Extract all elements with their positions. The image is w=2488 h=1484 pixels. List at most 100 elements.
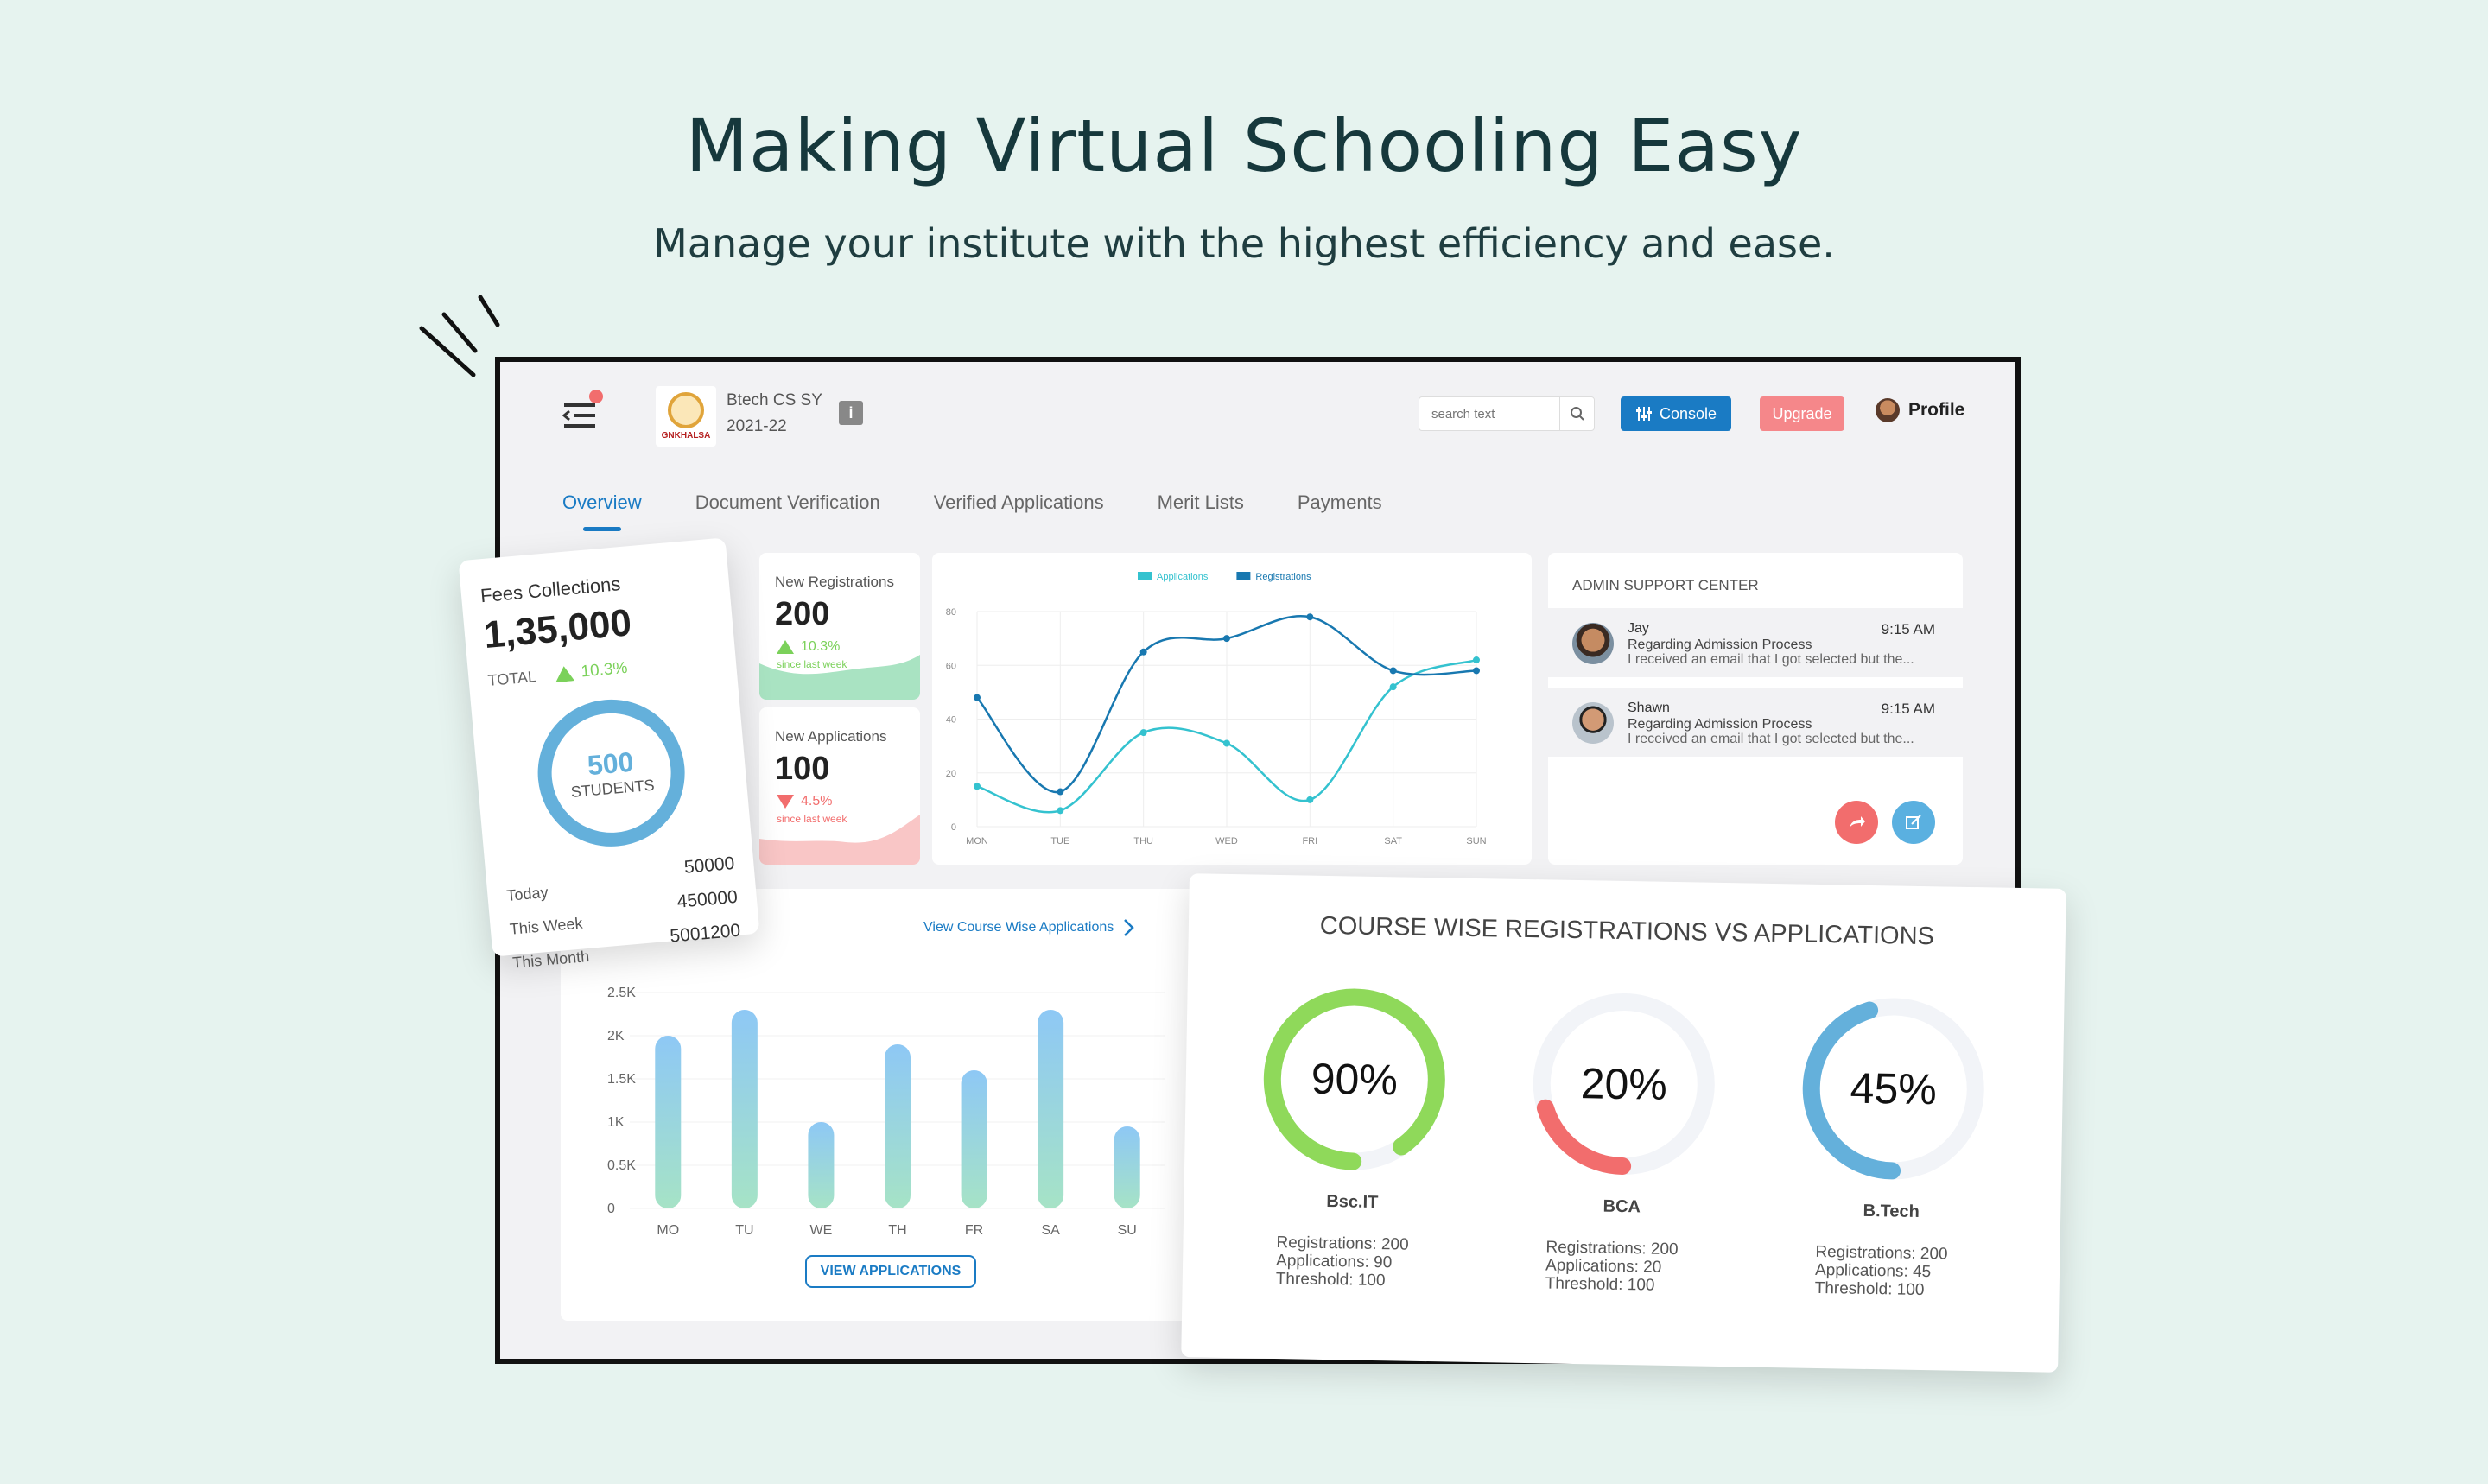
fees-value: 1,35,000 xyxy=(482,601,633,657)
bar xyxy=(1038,1010,1064,1208)
avatar xyxy=(1572,702,1614,744)
total-label: TOTAL xyxy=(486,667,537,689)
tab-document-verification[interactable]: Document Verification xyxy=(695,491,880,531)
legend-swatch xyxy=(1138,572,1152,580)
bar xyxy=(655,1036,682,1208)
batch-year: 2021-22 xyxy=(727,417,787,435)
upgrade-button[interactable]: Upgrade xyxy=(1760,396,1844,431)
data-point xyxy=(1389,667,1397,675)
info-button[interactable]: i xyxy=(839,401,863,425)
logo-text: GNKHALSA xyxy=(661,431,711,441)
message-time: 9:15 AM xyxy=(1881,701,1935,717)
course-donut: 20% BCA Registrations: 200 Applications:… xyxy=(1521,983,1725,1296)
x-tick-label: TH xyxy=(888,1223,906,1238)
line-chart: 0 20 40 60 80 MON TUE THU WED FRI SAT SUN Applicatio… xyxy=(946,572,1487,847)
hero-subtitle: Manage your institute with the highest e… xyxy=(653,220,1835,267)
bar xyxy=(1114,1126,1140,1208)
support-title: ADMIN SUPPORT CENTER xyxy=(1572,577,1759,593)
bar xyxy=(731,1010,758,1208)
data-point xyxy=(1306,613,1314,621)
y-tick-label: 2.5K xyxy=(607,986,636,1000)
data-point xyxy=(1473,656,1480,664)
stat-label: New Registrations xyxy=(775,574,894,590)
y-tick-label: 20 xyxy=(946,769,956,779)
x-tick-label: SU xyxy=(1118,1223,1137,1238)
data-point xyxy=(1306,796,1314,803)
y-tick-label: 0 xyxy=(951,822,956,833)
legend-label: Registrations xyxy=(1255,572,1311,582)
stat-label: New Applications xyxy=(775,728,887,745)
x-tick-label: FRI xyxy=(1302,836,1317,847)
row-value: 5001200 xyxy=(669,920,742,947)
search-icon[interactable] xyxy=(1559,397,1594,430)
x-tick-label: THU xyxy=(1133,836,1153,847)
x-tick-label: MO xyxy=(657,1223,679,1238)
course-donut: 45% B.Tech Registrations: 200 Applicatio… xyxy=(1791,987,1995,1300)
menu-icon[interactable] xyxy=(561,396,609,440)
data-point xyxy=(1139,729,1147,737)
course-wise-card: COURSE WISE REGISTRATIONS VS APPLICATION… xyxy=(1181,873,2066,1373)
profile-menu[interactable]: Profile xyxy=(1876,398,1964,422)
course-stats: Registrations: 200 Applications: 90 Thre… xyxy=(1276,1233,1451,1291)
y-tick-label: 2K xyxy=(607,1029,625,1043)
line-chart-card: 0 20 40 60 80 MON TUE THU WED FRI SAT SUN Applicatio… xyxy=(932,553,1532,865)
search-input[interactable] xyxy=(1419,397,1558,430)
fees-total: TOTAL 10.3% xyxy=(487,659,629,690)
institute-logo: GNKHALSA xyxy=(656,386,716,447)
stat-value: 100 xyxy=(775,751,830,787)
edit-icon xyxy=(1906,815,1921,829)
donut-percent: 45% xyxy=(1850,1063,1938,1114)
message-item[interactable]: Jay 9:15 AM Regarding Admission Process … xyxy=(1548,608,1963,677)
x-tick-label: SUN xyxy=(1466,836,1486,847)
course-name: BCA xyxy=(1603,1196,1641,1217)
compose-button[interactable] xyxy=(1892,801,1935,844)
course-stats: Registrations: 200 Applications: 20 Thre… xyxy=(1545,1238,1721,1296)
forward-icon xyxy=(1850,816,1865,828)
tab-payments[interactable]: Payments xyxy=(1298,491,1382,531)
tab-overview[interactable]: Overview xyxy=(562,491,642,531)
course-stats: Registrations: 200 Applications: 45 Thre… xyxy=(1815,1243,1990,1301)
console-button[interactable]: Console xyxy=(1621,396,1731,431)
y-tick-label: 80 xyxy=(946,607,956,618)
row-label: Today xyxy=(505,883,549,904)
threshold-stat: Threshold: 100 xyxy=(1814,1278,1925,1300)
data-point xyxy=(1223,739,1230,747)
batch-info[interactable]: Btech CS SY 2021-22 xyxy=(727,388,822,440)
data-point xyxy=(1139,648,1147,656)
console-label: Console xyxy=(1659,404,1717,422)
avatar xyxy=(1876,398,1900,422)
message-preview: I received an email that I got selected … xyxy=(1628,732,1914,746)
view-applications-button[interactable]: VIEW APPLICATIONS xyxy=(805,1255,976,1288)
search-box xyxy=(1419,396,1595,431)
wave-decoration xyxy=(759,815,920,865)
data-point xyxy=(1473,667,1480,675)
tab-verified-applications[interactable]: Verified Applications xyxy=(934,491,1104,531)
fees-title: Fees Collections xyxy=(479,573,622,607)
students-count: 500 xyxy=(586,745,635,782)
data-point xyxy=(974,783,981,790)
tab-merit-lists[interactable]: Merit Lists xyxy=(1158,491,1244,531)
legend-swatch xyxy=(1236,572,1251,580)
x-tick-label: WE xyxy=(810,1223,833,1238)
data-point xyxy=(1057,807,1064,815)
bar xyxy=(961,1070,987,1208)
students-ring: 500 STUDENTS xyxy=(531,693,691,853)
course-card-title: COURSE WISE REGISTRATIONS VS APPLICATION… xyxy=(1319,911,1935,951)
message-subject: Regarding Admission Process xyxy=(1628,637,1812,652)
data-point xyxy=(974,694,981,701)
profile-label: Profile xyxy=(1908,400,1965,420)
course-name: B.Tech xyxy=(1863,1201,1920,1221)
x-tick-label: TUE xyxy=(1050,836,1069,847)
students-label: STUDENTS xyxy=(569,776,656,802)
x-tick-label: TU xyxy=(735,1223,753,1238)
forward-button[interactable] xyxy=(1835,801,1878,844)
data-point xyxy=(1223,635,1230,643)
batch-name: Btech CS SY xyxy=(727,391,822,409)
message-sender: Jay xyxy=(1628,621,1649,636)
avatar xyxy=(1572,623,1614,664)
y-tick-label: 0.5K xyxy=(607,1158,636,1173)
message-preview: I received an email that I got selected … xyxy=(1628,652,1914,667)
message-time: 9:15 AM xyxy=(1881,621,1935,637)
tab-bar: Overview Document Verification Verified … xyxy=(562,491,1382,531)
message-item[interactable]: Shawn 9:15 AM Regarding Admission Proces… xyxy=(1548,688,1963,757)
